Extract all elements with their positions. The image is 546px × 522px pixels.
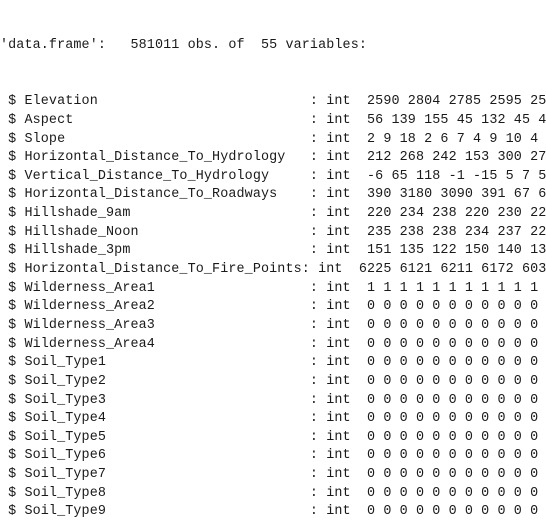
variable-row: $ Elevation : int 2590 2804 2785 2595 25…	[0, 94, 546, 110]
variable-row: $ Soil_Type2 : int 0 0 0 0 0 0 0 0 0 0 0…	[0, 373, 546, 389]
variable-row: $ Horizontal_Distance_To_Hydrology : int…	[0, 150, 546, 166]
variable-row: $ Wilderness_Area3 : int 0 0 0 0 0 0 0 0…	[0, 317, 546, 333]
variable-row: $ Soil_Type3 : int 0 0 0 0 0 0 0 0 0 0 0…	[0, 392, 546, 408]
variable-row: $ Slope : int 2 9 18 2 6 7 4 9 10 4 ..	[0, 131, 546, 147]
variable-row: $ Aspect : int 56 139 155 45 132 45 49	[0, 112, 546, 128]
variable-row: $ Wilderness_Area1 : int 1 1 1 1 1 1 1 1…	[0, 280, 546, 296]
variable-row: $ Hillshade_9am : int 220 234 238 220 23…	[0, 206, 546, 222]
r-console-output[interactable]: 'data.frame': 581011 obs. of 55 variable…	[0, 0, 546, 522]
variable-row: $ Wilderness_Area4 : int 0 0 0 0 0 0 0 0…	[0, 336, 546, 352]
variable-row: $ Soil_Type7 : int 0 0 0 0 0 0 0 0 0 0 0…	[0, 467, 546, 483]
variable-row: $ Soil_Type6 : int 0 0 0 0 0 0 0 0 0 0 0…	[0, 448, 546, 464]
variable-row: $ Soil_Type8 : int 0 0 0 0 0 0 0 0 0 0 0…	[0, 485, 546, 501]
variable-row: $ Soil_Type9 : int 0 0 0 0 0 0 0 0 0 0 0…	[0, 504, 546, 520]
variable-row: $ Hillshade_3pm : int 151 135 122 150 14…	[0, 243, 546, 259]
variable-row: $ Wilderness_Area2 : int 0 0 0 0 0 0 0 0…	[0, 299, 546, 315]
variable-row: $ Soil_Type5 : int 0 0 0 0 0 0 0 0 0 0 0…	[0, 429, 546, 445]
variable-list: $ Elevation : int 2590 2804 2785 2595 25…	[0, 93, 546, 522]
variable-row: $ Soil_Type1 : int 0 0 0 0 0 0 0 0 0 0 0…	[0, 355, 546, 371]
variable-row: $ Horizontal_Distance_To_Fire_Points: in…	[0, 262, 546, 278]
variable-row: $ Horizontal_Distance_To_Roadways : int …	[0, 187, 546, 203]
data-frame-summary-line: 'data.frame': 581011 obs. of 55 variable…	[0, 38, 368, 54]
variable-row: $ Hillshade_Noon : int 235 238 238 234 2…	[0, 224, 546, 240]
variable-row: $ Soil_Type4 : int 0 0 0 0 0 0 0 0 0 0 0…	[0, 411, 546, 427]
variable-row: $ Vertical_Distance_To_Hydrology : int -…	[0, 168, 546, 184]
